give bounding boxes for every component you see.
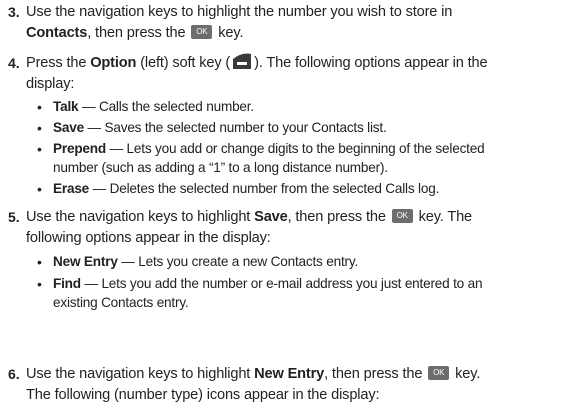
step-text: display:	[26, 76, 75, 92]
option-term: Talk	[53, 99, 79, 114]
bullet-dot: •	[37, 120, 42, 136]
step-text: Press the	[26, 55, 87, 71]
step-text: key.	[455, 366, 481, 382]
option-term: Find	[53, 276, 81, 291]
option-description: — Calls the selected number.	[81, 99, 254, 114]
option-description: existing Contacts entry.	[53, 294, 189, 310]
option-description: — Lets you add the number or e-mail addr…	[84, 276, 483, 291]
option-description: number (such as adding a “1” to a long d…	[53, 159, 388, 175]
option-term: Prepend	[53, 141, 106, 156]
step-text-line: following options appear in the display:	[26, 228, 578, 249]
manual-page: 3. Use the navigation keys to highlight …	[0, 0, 586, 410]
option-term: Erase	[53, 181, 90, 196]
option-description: — Deletes the selected number from the s…	[92, 181, 440, 196]
bullet-dot: •	[37, 181, 42, 197]
save-term: Save	[254, 209, 288, 225]
step-text-line: The following (number type) icons appear…	[26, 385, 578, 406]
ok-key-icon: OK	[391, 209, 413, 224]
step-text-line: Press the Option (left) soft key ( ). Th…	[26, 53, 578, 74]
option-description: — Lets you create a new Contacts entry.	[121, 254, 359, 269]
step-text: Use the navigation keys to highlight	[26, 366, 251, 382]
step-text: (left) soft key (	[140, 55, 231, 71]
bullet-dot: •	[37, 276, 42, 292]
option-term: Save	[53, 120, 84, 135]
step-text: , then press the	[87, 25, 186, 41]
step-text: key. The	[418, 209, 473, 225]
ok-key-icon: OK	[428, 366, 450, 381]
option-description: — Lets you add or change digits to the b…	[109, 141, 485, 156]
step-text-line: Use the navigation keys to highlight New…	[26, 364, 578, 385]
new-entry-term: New Entry	[254, 366, 325, 382]
step-text-line: Use the navigation keys to highlight Sav…	[26, 207, 578, 228]
step-text-line: display:	[26, 74, 578, 95]
step-text: following options appear in the display:	[26, 230, 271, 246]
option-term: Option	[90, 55, 137, 71]
step-text: key.	[218, 25, 244, 41]
step-number: 3.	[8, 4, 20, 20]
step-number: 5.	[8, 209, 20, 225]
bullet-dot: •	[37, 254, 42, 270]
bullet-dot: •	[37, 99, 42, 115]
ok-key-icon: OK	[191, 25, 213, 40]
step-text: Use the navigation keys to highlight the…	[26, 4, 453, 20]
step-text-line: Use the navigation keys to highlight the…	[26, 2, 578, 23]
option-term: New Entry	[53, 254, 118, 269]
step-text: , then press the	[324, 366, 423, 382]
step-text: The following (number type) icons appear…	[26, 387, 380, 403]
contacts-term: Contacts	[26, 25, 88, 41]
step-text: ). The following options appear in the	[254, 55, 488, 71]
option-description: — Saves the selected number to your Cont…	[87, 120, 387, 135]
step-text: Use the navigation keys to highlight	[26, 209, 251, 225]
step-text: , then press the	[287, 209, 386, 225]
bullet-dot: •	[37, 141, 42, 157]
step-text-line: Contacts, then press the OK key.	[26, 23, 578, 44]
step-number: 6.	[8, 366, 20, 382]
step-number: 4.	[8, 55, 20, 71]
left-soft-key-icon	[233, 53, 252, 69]
